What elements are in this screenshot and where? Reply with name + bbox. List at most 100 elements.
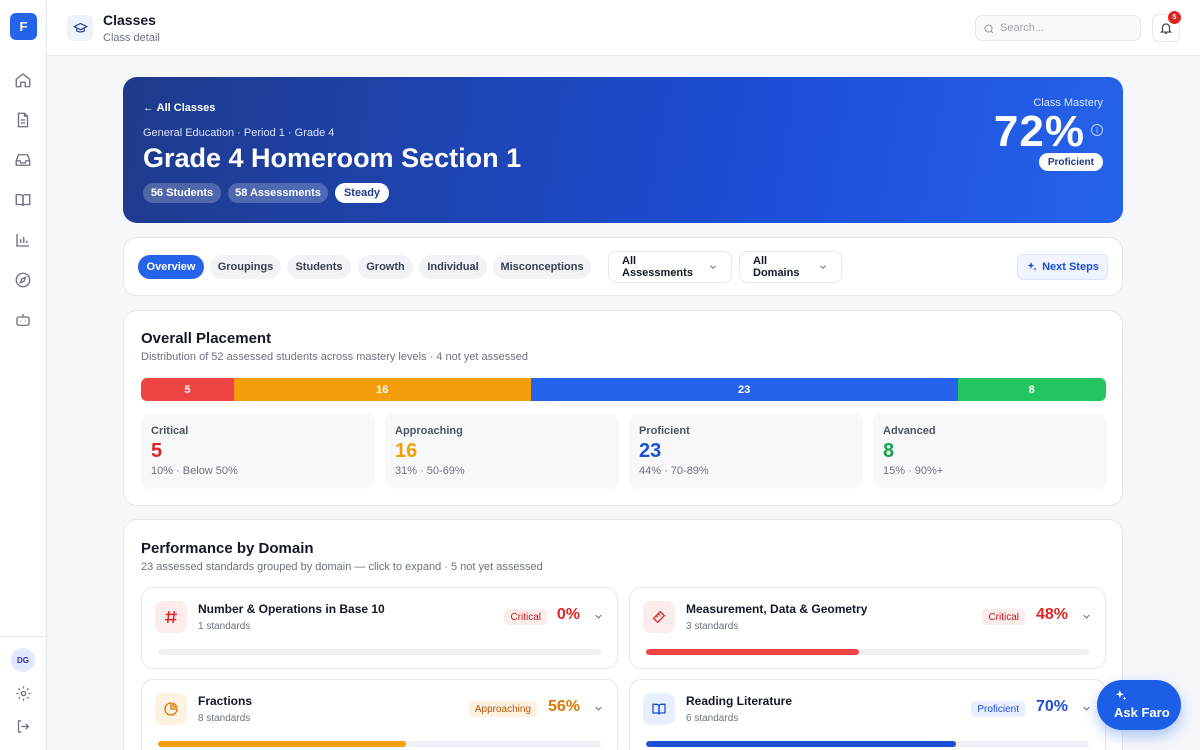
domain-card-number-operations[interactable]: Number & Operations in Base 10 1 standar… (141, 587, 618, 669)
document-icon[interactable] (13, 110, 33, 130)
domains-title: Performance by Domain (141, 540, 314, 557)
view-tabs-bar: Overview Groupings Students Growth Indiv… (123, 237, 1123, 296)
home-icon[interactable] (13, 70, 33, 90)
domain-name: Measurement, Data & Geometry (686, 602, 868, 616)
chevron-down-icon[interactable] (593, 703, 604, 714)
next-steps-button[interactable]: Next Steps (1017, 254, 1108, 280)
domain-progress-track (158, 741, 601, 747)
domain-standards-count: 1 standards (198, 621, 251, 632)
level-description: 31% · 50-69% (395, 465, 465, 477)
sidebar: F DG (0, 0, 47, 750)
domain-status-badge: Proficient (971, 701, 1025, 717)
domain-standards-count: 3 standards (686, 621, 739, 632)
domain-status-badge: Critical (504, 609, 547, 625)
domain-card-fractions[interactable]: Fractions 8 standards Approaching 56% (141, 679, 618, 750)
tab-misconceptions[interactable]: Misconceptions (493, 255, 591, 279)
level-name: Advanced (883, 425, 936, 437)
back-to-all-classes-link[interactable]: ← All Classes (143, 102, 215, 114)
domain-progress-track (646, 741, 1089, 747)
domain-filter-value: All Domains (753, 255, 800, 279)
distribution-segment: 8 (957, 378, 1106, 401)
page-title: Classes (103, 12, 156, 28)
hash-icon (155, 601, 187, 633)
ruler-icon (643, 601, 675, 633)
distribution-segment: 23 (530, 378, 958, 401)
next-steps-label: Next Steps (1042, 261, 1099, 273)
domain-progress-fill (646, 741, 957, 747)
level-count: 23 (639, 440, 662, 462)
level-name: Critical (151, 425, 189, 437)
assessment-filter-dropdown[interactable]: All Assessments (608, 251, 732, 283)
class-meta: General Education · Period 1 · Grade 4 (143, 127, 335, 139)
chevron-down-icon[interactable] (593, 611, 604, 622)
pie-chart-icon (155, 693, 187, 725)
domain-card-measurement-data-geometry[interactable]: Measurement, Data & Geometry 3 standards… (629, 587, 1106, 669)
domains-subtitle: 23 assessed standards grouped by domain … (141, 561, 543, 573)
chevron-down-icon[interactable] (1081, 611, 1092, 622)
tab-students[interactable]: Students (287, 255, 351, 279)
bar-chart-icon[interactable] (13, 230, 33, 250)
avatar[interactable]: DG (11, 648, 35, 672)
notification-badge: 5 (1168, 11, 1181, 24)
level-name: Proficient (639, 425, 690, 437)
level-description: 44% · 70-89% (639, 465, 709, 477)
ask-faro-button[interactable]: Ask Faro (1097, 680, 1181, 730)
level-name: Approaching (395, 425, 463, 437)
tab-individual[interactable]: Individual (419, 255, 487, 279)
mastery-level-badge: Proficient (1038, 153, 1103, 171)
domain-status-badge: Critical (982, 609, 1025, 625)
distribution-segment: 16 (233, 378, 531, 401)
domain-percent: 0% (556, 606, 580, 623)
placement-subtitle: Distribution of 52 assessed students acr… (141, 351, 529, 363)
placement-distribution-bar: 5 16 23 8 (141, 378, 1106, 401)
search-icon (983, 22, 995, 40)
book-icon[interactable] (13, 190, 33, 210)
domain-status-badge: Approaching (468, 701, 537, 717)
notifications-button[interactable]: 5 (1152, 11, 1181, 42)
page-subtitle: Class detail (103, 32, 160, 44)
level-advanced: Advanced 8 15% · 90%+ (873, 414, 1107, 489)
students-pill: 56 Students (143, 183, 221, 203)
compass-icon[interactable] (13, 270, 33, 290)
info-icon[interactable]: i (1091, 124, 1103, 136)
placement-title: Overall Placement (141, 330, 272, 347)
domain-name: Number & Operations in Base 10 (198, 602, 385, 616)
trend-pill: Steady (335, 183, 389, 203)
search-input[interactable] (1000, 20, 1134, 36)
performance-by-domain-card: Performance by Domain 23 assessed standa… (123, 519, 1123, 750)
bot-icon[interactable] (13, 310, 33, 330)
domain-progress-fill (158, 741, 407, 747)
domain-progress-fill (646, 649, 859, 655)
settings-icon[interactable] (13, 683, 33, 703)
logout-icon[interactable] (13, 716, 33, 736)
tab-groupings[interactable]: Groupings (210, 255, 281, 279)
top-bar: Classes Class detail 5 (47, 0, 1200, 56)
level-proficient: Proficient 23 44% · 70-89% (629, 414, 863, 489)
tab-growth[interactable]: Growth (358, 255, 413, 279)
sidebar-divider (0, 636, 47, 637)
chevron-down-icon (818, 262, 828, 272)
assessments-pill: 58 Assessments (228, 183, 328, 203)
ask-faro-label: Ask Faro (1114, 705, 1170, 720)
search-box[interactable] (975, 15, 1141, 41)
app-logo[interactable]: F (10, 13, 37, 40)
open-book-icon (643, 693, 675, 725)
level-count: 5 (151, 440, 163, 462)
distribution-segment: 5 (141, 378, 234, 401)
domain-progress-track (158, 649, 601, 655)
tab-overview[interactable]: Overview (138, 255, 204, 279)
chevron-down-icon (708, 262, 718, 272)
domain-card-reading-literature[interactable]: Reading Literature 6 standards Proficien… (629, 679, 1106, 750)
domain-filter-dropdown[interactable]: All Domains (739, 251, 842, 283)
graduation-cap-icon (67, 15, 93, 41)
domain-standards-count: 6 standards (686, 713, 739, 724)
domain-progress-track (646, 649, 1089, 655)
level-description: 15% · 90%+ (883, 465, 944, 477)
sparkles-icon (1026, 261, 1038, 273)
chevron-down-icon[interactable] (1081, 703, 1092, 714)
class-hero: ← All Classes General Education · Period… (123, 77, 1123, 223)
overall-placement-card: Overall Placement Distribution of 52 ass… (123, 310, 1123, 506)
domain-percent: 48% (1035, 606, 1068, 623)
inbox-icon[interactable] (13, 150, 33, 170)
level-description: 10% · Below 50% (151, 465, 238, 477)
